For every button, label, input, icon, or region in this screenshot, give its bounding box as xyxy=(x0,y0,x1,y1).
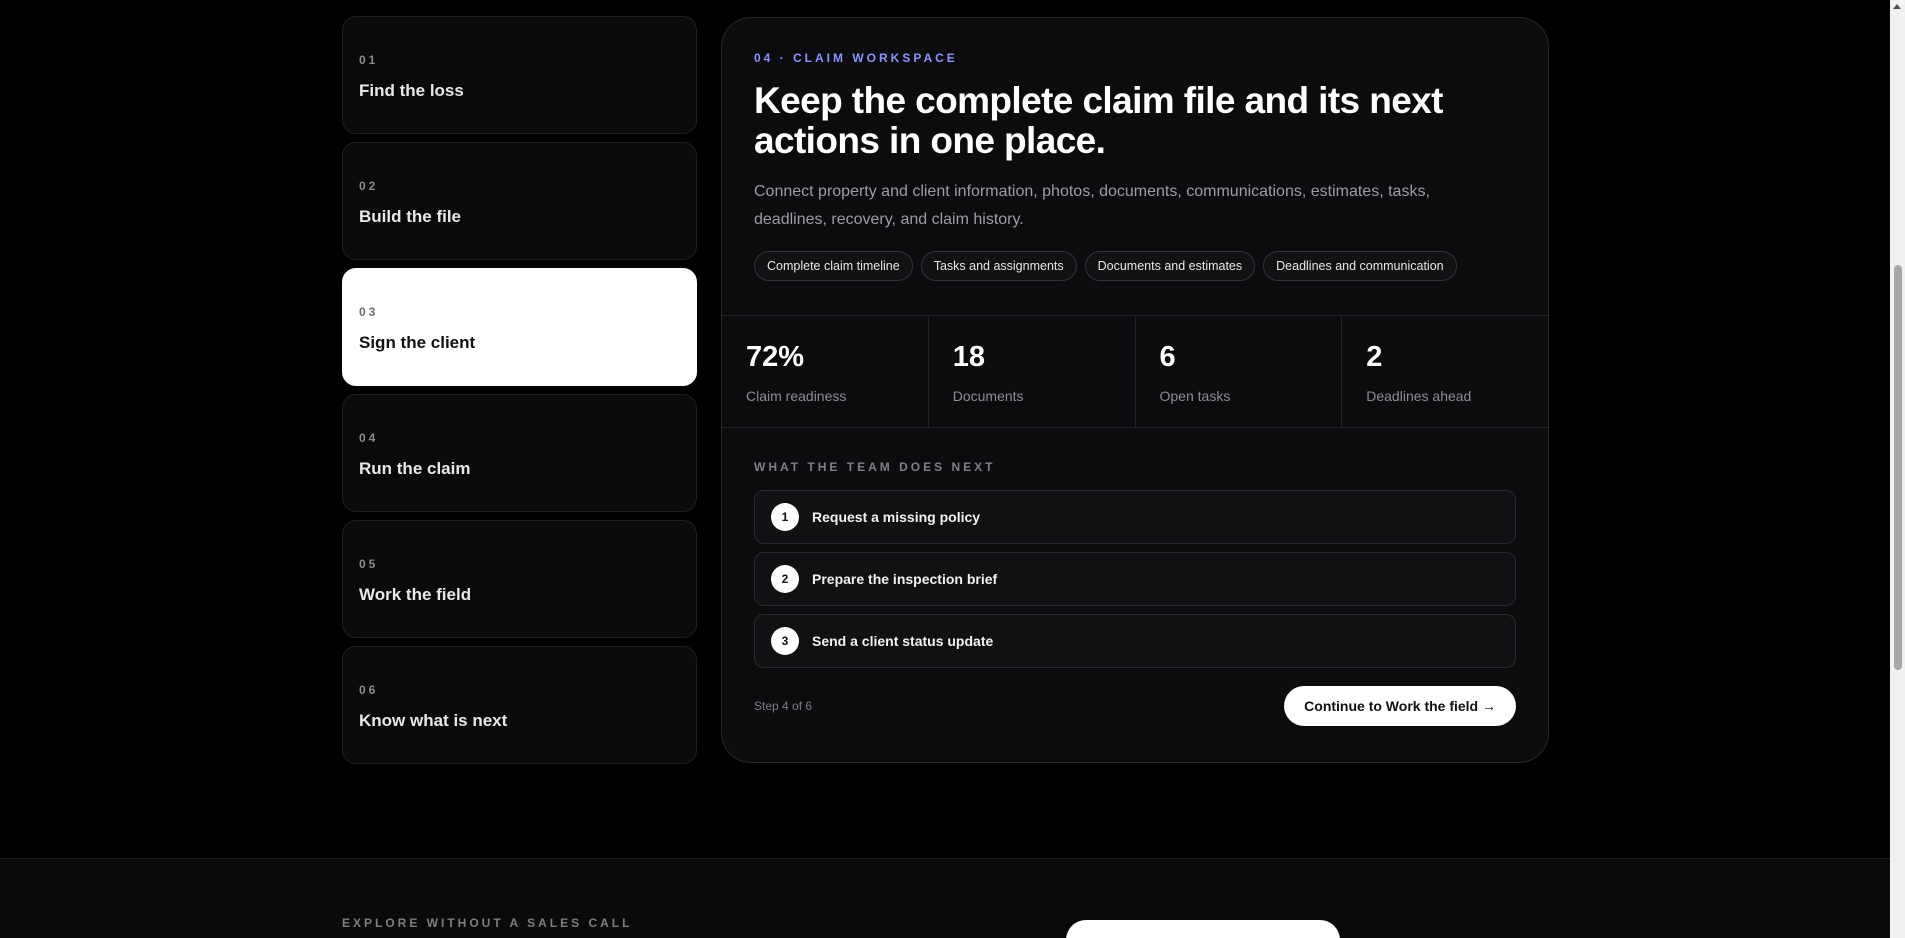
scroll-up-arrow-icon[interactable] xyxy=(1893,4,1901,9)
scrollbar-thumb[interactable] xyxy=(1894,265,1902,670)
continue-button[interactable]: Continue to Work the field → xyxy=(1284,686,1516,726)
explore-label: EXPLORE WITHOUT A SALES CALL xyxy=(342,916,633,930)
step-label: Run the claim xyxy=(359,459,471,478)
stat-label: Documents xyxy=(952,388,1024,404)
step-number: 01 xyxy=(359,53,379,67)
workspace-footer: Step 4 of 6 Continue to Work the field → xyxy=(754,686,1516,726)
stat-value: 18 xyxy=(952,341,986,373)
action-label: Send a client status update xyxy=(812,633,994,649)
claim-workspace-panel: 04 · CLAIM WORKSPACE Keep the complete c… xyxy=(721,17,1549,763)
step-card-work-the-field[interactable]: 05 Work the field xyxy=(342,520,697,638)
step-number: 05 xyxy=(359,557,379,571)
workspace-headline: Keep the complete claim file and its nex… xyxy=(754,80,1443,161)
step-number: 04 xyxy=(359,431,379,445)
next-actions-title: WHAT THE TEAM DOES NEXT xyxy=(754,460,996,474)
stat-value: 6 xyxy=(1159,341,1176,373)
step-card-find-the-loss[interactable]: 01 Find the loss xyxy=(342,16,697,134)
stats-row: 72% Claim readiness 18 Documents 6 Open … xyxy=(722,315,1548,428)
step-label: Work the field xyxy=(359,585,472,604)
stat-label: Deadlines ahead xyxy=(1366,388,1472,404)
stat-claim-readiness: 72% Claim readiness xyxy=(722,316,929,427)
stat-value: 2 xyxy=(1366,341,1383,373)
chip-deadlines: Deadlines and communication xyxy=(1263,251,1457,281)
action-number-badge: 2 xyxy=(771,565,799,593)
action-item-request-policy[interactable]: 1 Request a missing policy xyxy=(754,490,1516,544)
feature-chips: Complete claim timeline Tasks and assign… xyxy=(754,251,1516,281)
next-actions-section: WHAT THE TEAM DOES NEXT 1 Request a miss… xyxy=(722,428,1548,726)
step-card-build-the-file[interactable]: 02 Build the file xyxy=(342,142,697,260)
stat-deadlines-ahead: 2 Deadlines ahead xyxy=(1342,316,1548,427)
step-number: 02 xyxy=(359,179,379,193)
stat-value: 72% xyxy=(746,341,805,373)
step-card-run-the-claim[interactable]: 04 Run the claim xyxy=(342,394,697,512)
stat-label: Open tasks xyxy=(1159,388,1231,404)
action-item-inspection-brief[interactable]: 2 Prepare the inspection brief xyxy=(754,552,1516,606)
step-label: Know what is next xyxy=(359,711,508,730)
action-label: Prepare the inspection brief xyxy=(812,571,998,587)
step-label: Build the file xyxy=(359,207,461,226)
step-number: 06 xyxy=(359,683,379,697)
action-item-client-update[interactable]: 3 Send a client status update xyxy=(754,614,1516,668)
chip-documents: Documents and estimates xyxy=(1084,251,1256,281)
cta-button-partial[interactable] xyxy=(1066,920,1340,938)
action-list: 1 Request a missing policy 2 Prepare the… xyxy=(754,490,1516,668)
action-number-badge: 3 xyxy=(771,627,799,655)
page-scrollbar[interactable] xyxy=(1890,0,1905,938)
bottom-section xyxy=(0,858,1890,938)
step-indicator: Step 4 of 6 xyxy=(754,699,813,713)
action-number-badge: 1 xyxy=(771,503,799,531)
workspace-header: 04 · CLAIM WORKSPACE Keep the complete c… xyxy=(722,18,1548,315)
stat-label: Claim readiness xyxy=(746,388,847,404)
stat-open-tasks: 6 Open tasks xyxy=(1136,316,1343,427)
stat-documents: 18 Documents xyxy=(929,316,1136,427)
workspace-eyebrow: 04 · CLAIM WORKSPACE xyxy=(754,51,958,65)
step-label: Sign the client xyxy=(359,333,476,352)
step-list: 01 Find the loss 02 Build the file 03 Si… xyxy=(342,16,697,772)
step-label: Find the loss xyxy=(359,81,464,100)
step-card-sign-the-client[interactable]: 03 Sign the client xyxy=(342,268,697,386)
step-card-know-what-is-next[interactable]: 06 Know what is next xyxy=(342,646,697,764)
workspace-description: Connect property and client information,… xyxy=(754,183,1430,228)
chip-timeline: Complete claim timeline xyxy=(754,251,913,281)
chip-tasks: Tasks and assignments xyxy=(920,251,1077,281)
step-number: 03 xyxy=(359,305,379,319)
action-label: Request a missing policy xyxy=(812,509,981,525)
